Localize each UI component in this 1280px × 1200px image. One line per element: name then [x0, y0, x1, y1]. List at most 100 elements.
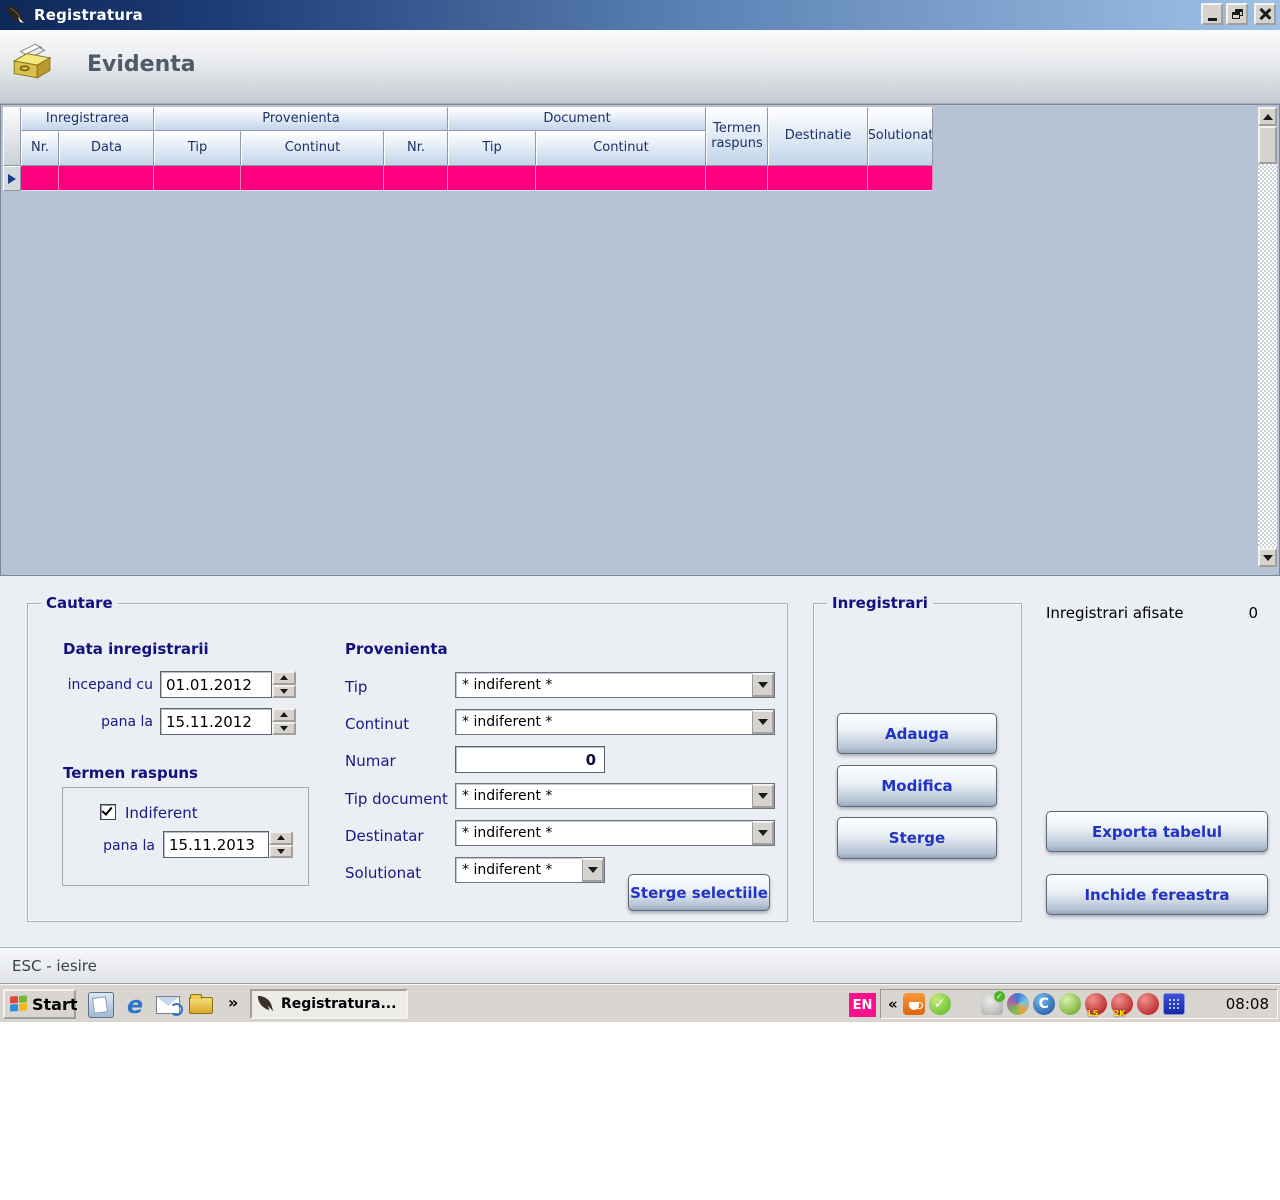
minimize-button[interactable]: [1201, 3, 1223, 25]
scroll-down-icon: [1263, 555, 1273, 561]
scroll-up-button[interactable]: [1258, 107, 1277, 126]
table-row-cell[interactable]: [536, 166, 706, 191]
table-row-cell[interactable]: [241, 166, 384, 191]
table-row-cell[interactable]: [706, 166, 768, 191]
grid-col-prov-nr[interactable]: Nr.: [384, 131, 448, 166]
grid-col-doc-continut[interactable]: Continut: [536, 131, 706, 166]
restore-button[interactable]: [1226, 3, 1248, 25]
taskbar-clock[interactable]: 08:08: [1226, 995, 1269, 1013]
modifica-button[interactable]: Modifica: [837, 765, 997, 807]
chevron-down-icon[interactable]: [752, 821, 774, 845]
numar-input[interactable]: 0: [455, 746, 605, 773]
summary-row: Inregistrari afisate 0: [1046, 604, 1258, 622]
tip-label: Tip: [345, 678, 367, 696]
registratura-window: Registratura Evidenta Inregistrarea Prov…: [0, 0, 1280, 1200]
grid-group-inregistrarea[interactable]: Inregistrarea: [21, 107, 154, 131]
grid-col-destinatie[interactable]: Destinatie: [768, 107, 868, 166]
pana-la-date-input[interactable]: 15.11.2012: [160, 708, 272, 735]
internet-explorer-icon[interactable]: e: [122, 992, 148, 1018]
termen-pana-la-label: pana la: [80, 838, 155, 854]
incepand-cu-date-spinner[interactable]: [272, 671, 296, 698]
outlook-express-icon[interactable]: [155, 992, 181, 1018]
red-ball-tray-icon[interactable]: [1137, 993, 1159, 1015]
continut-combo[interactable]: * indiferent *: [455, 709, 775, 735]
start-button[interactable]: Start: [3, 989, 76, 1019]
spin-up-icon[interactable]: [269, 831, 293, 845]
title-bar: Registratura: [0, 0, 1280, 30]
table-row-cell[interactable]: [448, 166, 536, 191]
status-text: ESC - iesire: [12, 957, 97, 975]
termen-pana-la-date-input[interactable]: 15.11.2013: [163, 831, 269, 858]
close-button[interactable]: [1254, 3, 1276, 25]
adauga-button[interactable]: Adauga: [837, 713, 997, 754]
incepand-cu-date-input[interactable]: 01.01.2012: [160, 671, 272, 698]
pana-la-date-spinner[interactable]: [272, 708, 296, 735]
vertical-scrollbar[interactable]: [1258, 107, 1277, 567]
grid-col-doc-tip[interactable]: Tip: [448, 131, 536, 166]
show-desktop-icon[interactable]: [88, 992, 114, 1018]
windows-update-tray-icon[interactable]: [955, 993, 977, 1015]
sterge-button[interactable]: Sterge: [837, 817, 997, 859]
spin-down-icon[interactable]: [272, 685, 296, 699]
grid-col-prov-continut[interactable]: Continut: [241, 131, 384, 166]
start-label: Start: [32, 995, 78, 1014]
chevron-down-icon[interactable]: [752, 710, 774, 734]
green-ball-tray-icon[interactable]: [1059, 993, 1081, 1015]
table-row-cell[interactable]: [868, 166, 933, 191]
table-row-cell[interactable]: [384, 166, 448, 191]
table-row-cell[interactable]: [768, 166, 868, 191]
data-inregistrarii-heading: Data inregistrarii: [63, 640, 209, 658]
grid-group-document[interactable]: Document: [448, 107, 706, 131]
inchide-fereastra-button[interactable]: Inchide fereastra: [1046, 874, 1268, 915]
grid-col-nr[interactable]: Nr.: [21, 131, 59, 166]
grid-col-data[interactable]: Data: [59, 131, 154, 166]
scroll-down-button[interactable]: [1258, 548, 1277, 567]
red-ball-2k-tray-icon[interactable]: 2K: [1111, 993, 1133, 1015]
minimize-icon: [1208, 18, 1217, 21]
spin-up-icon[interactable]: [272, 708, 296, 722]
solutionat-combo[interactable]: * indiferent *: [455, 857, 605, 883]
scrollbar-thumb[interactable]: [1258, 126, 1277, 164]
blue-book-tray-icon[interactable]: [1163, 993, 1185, 1015]
grid-col-prov-tip[interactable]: Tip: [154, 131, 241, 166]
grid-group-provenienta[interactable]: Provenienta: [154, 107, 448, 131]
inregistrari-afisate-label: Inregistrari afisate: [1046, 604, 1184, 622]
spin-down-icon[interactable]: [272, 722, 296, 736]
termen-pana-la-date-spinner[interactable]: [269, 831, 293, 858]
chevron-down-icon[interactable]: [582, 858, 604, 882]
grid-col-solutionat[interactable]: Solutionat: [868, 107, 933, 166]
status-bar: ESC - iesire: [0, 947, 1280, 984]
globe-tray-icon[interactable]: [1007, 993, 1029, 1015]
indiferent-label[interactable]: Indiferent: [125, 804, 198, 822]
destinatar-combo[interactable]: * indiferent *: [455, 820, 775, 846]
termen-raspuns-heading: Termen raspuns: [63, 764, 198, 782]
grid-col-termen-raspuns[interactable]: Termen raspuns: [706, 107, 768, 166]
folder-icon[interactable]: [188, 992, 214, 1018]
table-row-cell[interactable]: [59, 166, 154, 191]
tray-collapse-chevron[interactable]: «: [888, 995, 898, 1013]
indiferent-checkbox[interactable]: [100, 804, 116, 820]
red-ball-ls-tray-icon[interactable]: LS: [1085, 993, 1107, 1015]
language-indicator[interactable]: EN: [849, 993, 876, 1017]
tip-combo[interactable]: * indiferent *: [455, 672, 775, 698]
quill-app-icon: [6, 5, 26, 25]
scrollbar-track[interactable]: [1258, 164, 1277, 548]
table-row-cell[interactable]: [154, 166, 241, 191]
sterge-selectiile-button[interactable]: Sterge selectiile: [628, 874, 770, 911]
spin-up-icon[interactable]: [272, 671, 296, 685]
agent-check-tray-icon[interactable]: ✓: [981, 993, 1003, 1015]
java-tray-icon[interactable]: [903, 993, 925, 1015]
spin-down-icon[interactable]: [269, 845, 293, 859]
antivirus-check-tray-icon[interactable]: ✓: [929, 993, 951, 1015]
quick-launch-overflow-chevron[interactable]: »: [228, 993, 238, 1012]
grid-selector-header: [3, 107, 21, 166]
table-row-cell[interactable]: [21, 166, 59, 191]
registratura-task-button[interactable]: Registratura...: [250, 989, 408, 1019]
check-icon: [101, 804, 112, 816]
chevron-down-icon[interactable]: [752, 673, 774, 697]
chevron-down-icon[interactable]: [752, 784, 774, 808]
c-app-tray-icon[interactable]: C: [1033, 993, 1055, 1015]
tip-document-combo[interactable]: * indiferent *: [455, 783, 775, 809]
row-selector-cell[interactable]: [3, 166, 21, 191]
exporta-tabelul-button[interactable]: Exporta tabelul: [1046, 811, 1268, 852]
